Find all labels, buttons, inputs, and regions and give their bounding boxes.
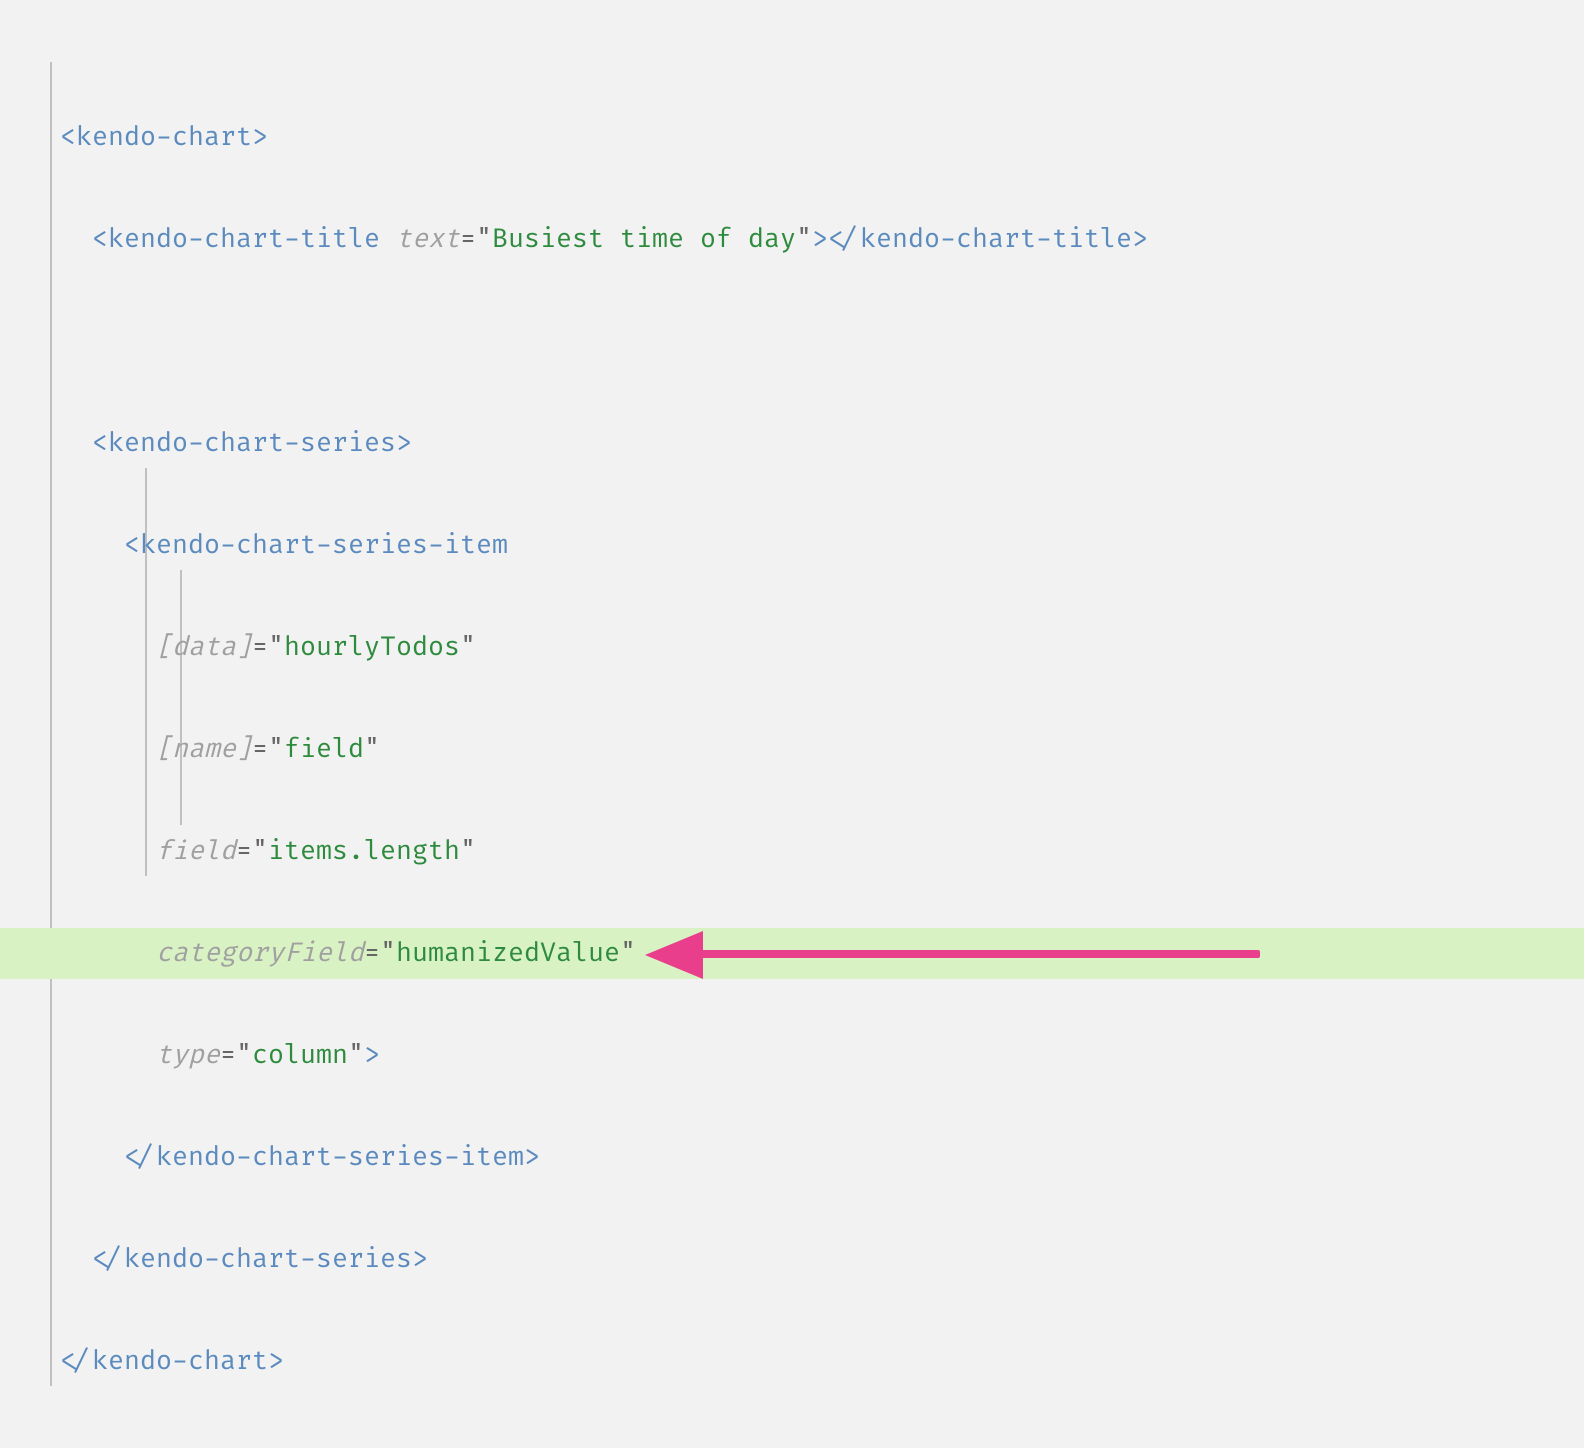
punct-gt: > <box>252 121 268 153</box>
code-line: [name]="field" <box>60 724 1584 775</box>
attr-name: [name] <box>156 733 252 765</box>
tag-kendo-chart-title: kendo-chart-title <box>108 223 380 255</box>
code-line: </kendo-chart-series> <box>60 1234 1584 1285</box>
value-field: items.length <box>268 835 460 867</box>
tag-kendo-chart-series: kendo-chart-series <box>108 427 396 459</box>
value-name: field <box>284 733 364 765</box>
code-line: [data]="hourlyTodos" <box>60 622 1584 673</box>
blank-line <box>60 316 1584 367</box>
value-data: hourlyTodos <box>284 631 460 663</box>
attr-type: type <box>156 1039 220 1071</box>
arrow-head-icon <box>645 931 703 979</box>
tag-kendo-chart-series-item: kendo-chart-series-item <box>140 529 508 561</box>
code-line: </kendo-chart-series-item> <box>60 1132 1584 1183</box>
arrow-shaft <box>700 950 1260 958</box>
code-line: <kendo-chart-series> <box>60 418 1584 469</box>
value-text: Busiest time of day <box>492 223 796 255</box>
attr-categoryField: categoryField <box>156 937 364 969</box>
punct-lt: < <box>60 121 76 153</box>
value-type: column <box>252 1039 348 1071</box>
code-line: type="column"> <box>60 1030 1584 1081</box>
value-categoryField: humanizedValue <box>396 937 620 969</box>
code-line: <kendo-chart-series-item <box>60 520 1584 571</box>
code-line: field="items.length" <box>60 826 1584 877</box>
code-line: <kendo-chart-title text="Busiest time of… <box>60 214 1584 265</box>
attr-data: [data] <box>156 631 252 663</box>
code-block: <kendo-chart> <kendo-chart-title text="B… <box>0 0 1584 1448</box>
tag-kendo-chart: kendo-chart <box>76 121 252 153</box>
code-line: <kendo-chart> <box>60 112 1584 163</box>
attr-text: text <box>396 223 460 255</box>
code-line: </kendo-chart> <box>60 1336 1584 1387</box>
attr-field: field <box>156 835 236 867</box>
highlighted-line: categoryField="humanizedValue" <box>0 928 1584 979</box>
